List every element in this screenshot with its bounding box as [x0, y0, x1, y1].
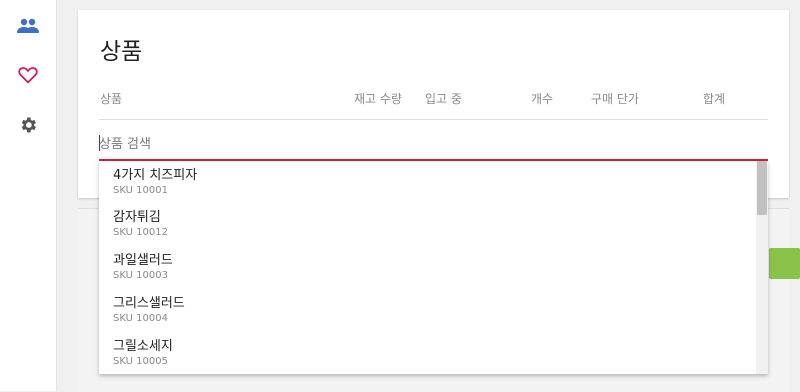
text-caret	[99, 135, 100, 151]
dropdown-scrollbar[interactable]	[756, 161, 768, 374]
suggestion-name: 그릴소세지	[113, 339, 173, 354]
suggestion-sku: SKU 10005	[113, 356, 168, 367]
product-suggestions-dropdown: 4가지 치즈피자 SKU 10001 감자튀김 SKU 10012 과일샐러드 …	[99, 161, 768, 374]
suggestion-item[interactable]: 그리스샐러드 SKU 10004	[99, 289, 754, 332]
suggestion-name: 그리스샐러드	[113, 296, 185, 311]
page-title: 상품	[100, 39, 143, 65]
suggestion-item[interactable]: 과일샐러드 SKU 10003	[99, 246, 754, 289]
header-divider	[99, 119, 768, 120]
suggestion-item[interactable]: 그릴소세지 SKU 10005	[99, 332, 754, 374]
suggestion-sku: SKU 10012	[113, 227, 168, 238]
product-search-input[interactable]	[99, 130, 767, 158]
people-icon[interactable]	[17, 15, 39, 37]
suggestion-name: 감자튀김	[113, 210, 161, 225]
heart-icon[interactable]	[17, 64, 39, 86]
column-header-incoming: 입고 중	[425, 92, 462, 106]
sidebar	[0, 0, 57, 391]
scrollbar-thumb[interactable]	[757, 161, 767, 215]
suggestion-item[interactable]: 감자튀김 SKU 10012	[99, 203, 754, 246]
column-header-total: 합계	[703, 92, 726, 106]
suggestion-sku: SKU 10003	[113, 270, 168, 281]
suggestion-sku: SKU 10004	[113, 313, 168, 324]
column-header-quantity: 개수	[531, 92, 554, 106]
suggestion-sku: SKU 10001	[113, 185, 168, 196]
confirm-button[interactable]	[769, 248, 800, 279]
column-header-stock: 재고 수량	[354, 92, 402, 106]
suggestion-name: 과일샐러드	[113, 253, 173, 268]
gear-icon[interactable]	[17, 114, 39, 136]
column-header-unit-price: 구매 단가	[591, 92, 639, 106]
suggestion-item[interactable]: 4가지 치즈피자 SKU 10001	[99, 161, 754, 204]
suggestion-name: 4가지 치즈피자	[113, 168, 198, 183]
column-header-product: 상품	[100, 92, 123, 106]
